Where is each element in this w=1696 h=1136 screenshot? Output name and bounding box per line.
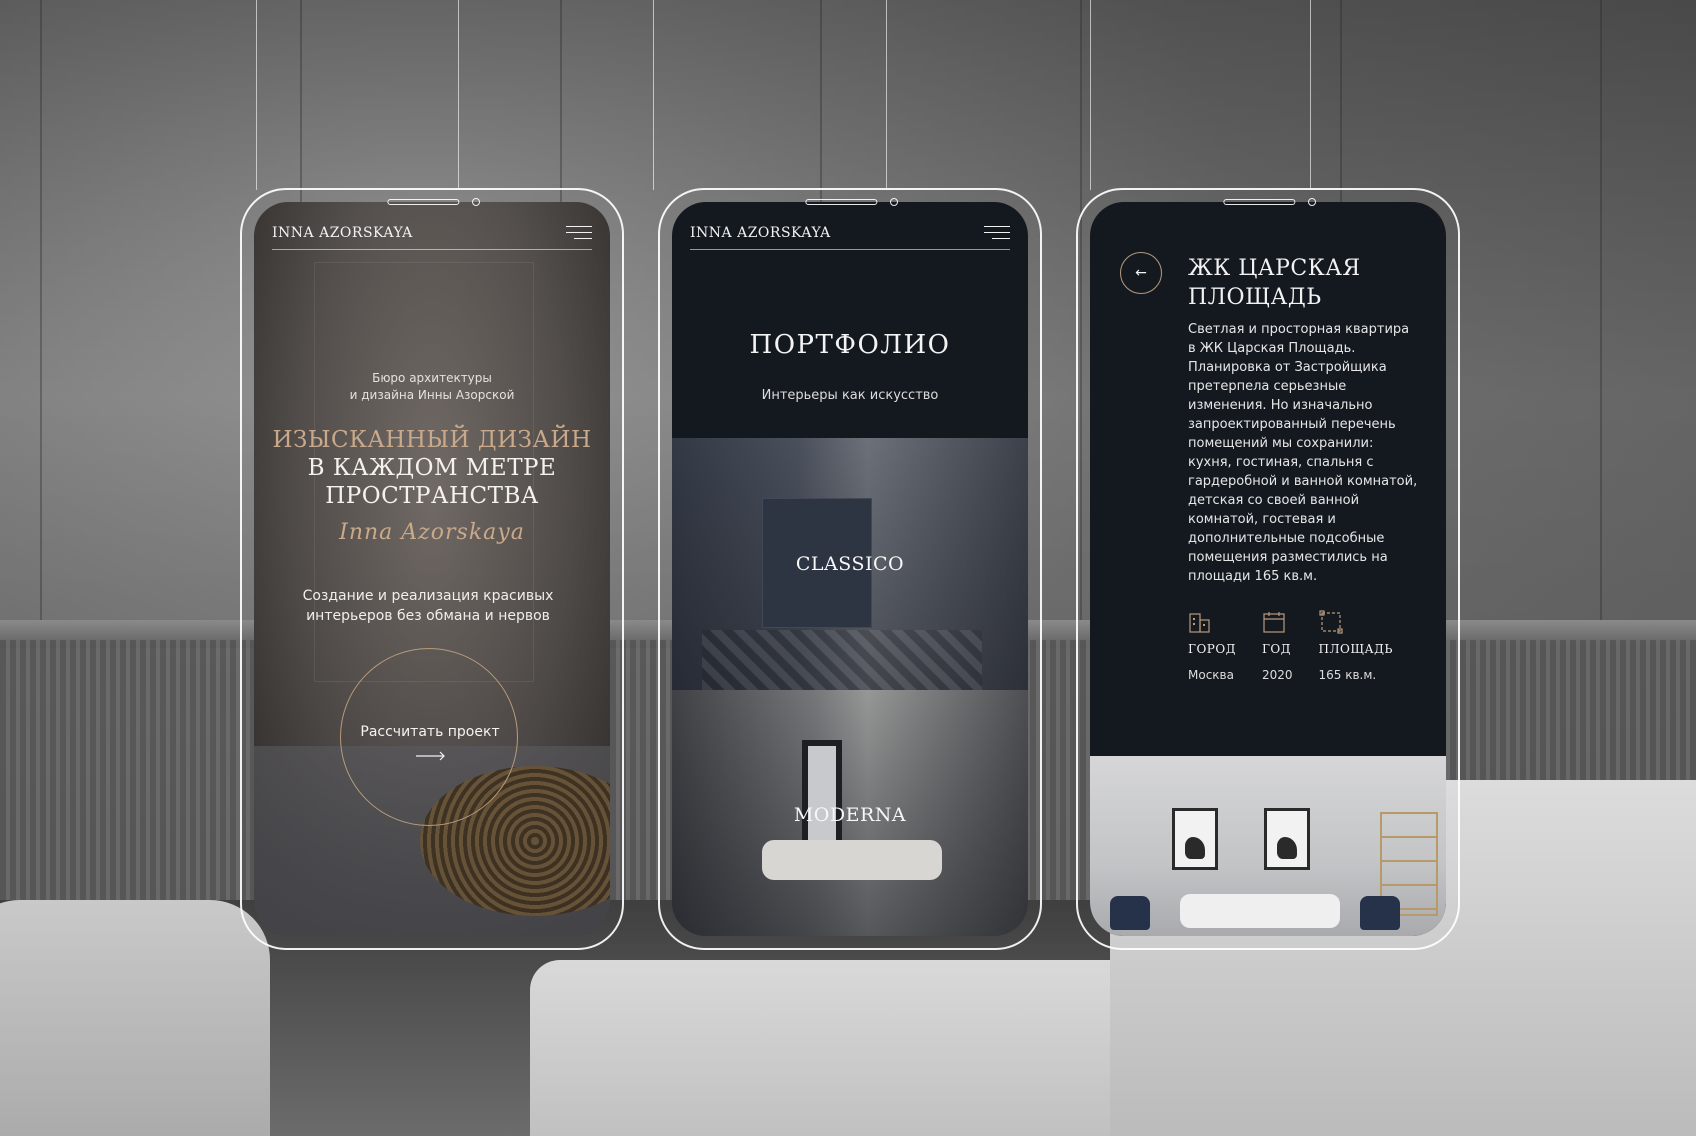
- project-stats: ГОРОД Москва ГОД 2020 ПЛОЩАДЬ 165 кв.м.: [1188, 610, 1393, 682]
- stat-label: ПЛОЩАДЬ: [1318, 642, 1393, 656]
- stat-label: ГОРОД: [1188, 642, 1236, 656]
- background-table: [530, 960, 1150, 1136]
- project-description: Светлая и просторная квартира в ЖК Царск…: [1188, 322, 1418, 584]
- wall-panel-line: [1600, 0, 1602, 640]
- hanging-wire: [1310, 0, 1311, 190]
- floor-image-detail: [702, 630, 982, 690]
- phone-frame-portfolio: INNA AZORSKAYA ПОРТФОЛИО Интерьеры как и…: [658, 188, 1042, 950]
- app-header: INNA AZORSKAYA: [272, 216, 592, 250]
- calculate-project-button[interactable]: Рассчитать проект: [352, 724, 508, 740]
- home-screen: INNA AZORSKAYA Бюро архитектуры и дизайн…: [254, 202, 610, 936]
- stat-city: ГОРОД Москва: [1188, 610, 1236, 682]
- stat-value: Москва: [1188, 668, 1234, 682]
- stat-label: ГОД: [1261, 642, 1291, 656]
- stat-area: ПЛОЩАДЬ 165 кв.м.: [1319, 610, 1393, 682]
- hero-title: ИЗЫСКАННЫЙ ДИЗАЙН В КАЖДОМ МЕТРЕ ПРОСТРА…: [254, 426, 610, 510]
- stat-year: ГОД 2020: [1262, 610, 1293, 682]
- wall-art-image: [1264, 808, 1310, 870]
- phone-frame-project: ← ЖК ЦАРСКАЯ ПЛОЩАДЬ Светлая и просторна…: [1076, 188, 1460, 950]
- stat-value: 165 кв.м.: [1318, 668, 1377, 682]
- chair-image-detail: [1360, 896, 1400, 930]
- page-title: ПОРТФОЛИО: [749, 330, 951, 360]
- couch-image-detail: [1180, 894, 1340, 928]
- hero-title-accent: ИЗЫСКАННЫЙ ДИЗАЙН: [272, 427, 592, 453]
- hero-description: Создание и реализация красивых интерьеро…: [302, 588, 554, 624]
- portfolio-card-classico[interactable]: CLASSICO: [672, 438, 1028, 690]
- hanging-wire: [886, 0, 887, 190]
- chair-image-detail: [1110, 896, 1150, 930]
- sofa-image-detail: [762, 840, 942, 880]
- wall-panel-line: [40, 0, 42, 640]
- brand-logo[interactable]: INNA AZORSKAYA: [690, 225, 831, 241]
- portfolio-card-label: CLASSICO: [795, 553, 905, 575]
- page-subtitle: Интерьеры как искусство: [761, 388, 939, 403]
- hanging-wire: [1090, 0, 1091, 190]
- project-screen: ← ЖК ЦАРСКАЯ ПЛОЩАДЬ Светлая и просторна…: [1090, 202, 1446, 936]
- brand-logo[interactable]: INNA AZORSKAYA: [272, 225, 413, 241]
- menu-icon[interactable]: [566, 225, 592, 240]
- phone-speaker: [805, 199, 878, 205]
- window-image-detail: [802, 740, 842, 850]
- portfolio-screen: INNA AZORSKAYA ПОРТФОЛИО Интерьеры как и…: [672, 202, 1028, 936]
- arrow-right-icon: [416, 751, 445, 761]
- phone-camera: [890, 198, 898, 206]
- portfolio-card-label: MODERNA: [793, 804, 907, 826]
- phone-camera: [472, 198, 480, 206]
- wall-art-image: [1172, 808, 1218, 870]
- portfolio-card-moderna[interactable]: MODERNA: [672, 690, 1028, 936]
- hanging-wire: [256, 0, 257, 190]
- city-icon: [1189, 613, 1210, 633]
- signature: Inna Azorskaya: [339, 520, 525, 545]
- back-button[interactable]: ←: [1120, 252, 1162, 294]
- phone-speaker: [1223, 199, 1296, 205]
- studio-subtitle: Бюро архитектуры и дизайна Инны Азорской: [349, 371, 515, 402]
- arrow-left-icon: ←: [1135, 265, 1147, 281]
- menu-icon[interactable]: [984, 225, 1010, 240]
- phone-speaker: [387, 199, 460, 205]
- hanging-wire: [458, 0, 459, 190]
- stat-value: 2020: [1261, 668, 1293, 682]
- project-photo: [1090, 756, 1446, 936]
- calendar-icon: [1263, 612, 1285, 633]
- area-icon: [1318, 610, 1343, 634]
- phone-frame-home: INNA AZORSKAYA Бюро архитектуры и дизайн…: [240, 188, 624, 950]
- background-sofa-left: [0, 900, 270, 1136]
- project-title: ЖК ЦАРСКАЯ ПЛОЩАДЬ: [1188, 256, 1361, 310]
- app-header: INNA AZORSKAYA: [690, 216, 1010, 250]
- hanging-wire: [653, 0, 654, 190]
- phone-camera: [1308, 198, 1316, 206]
